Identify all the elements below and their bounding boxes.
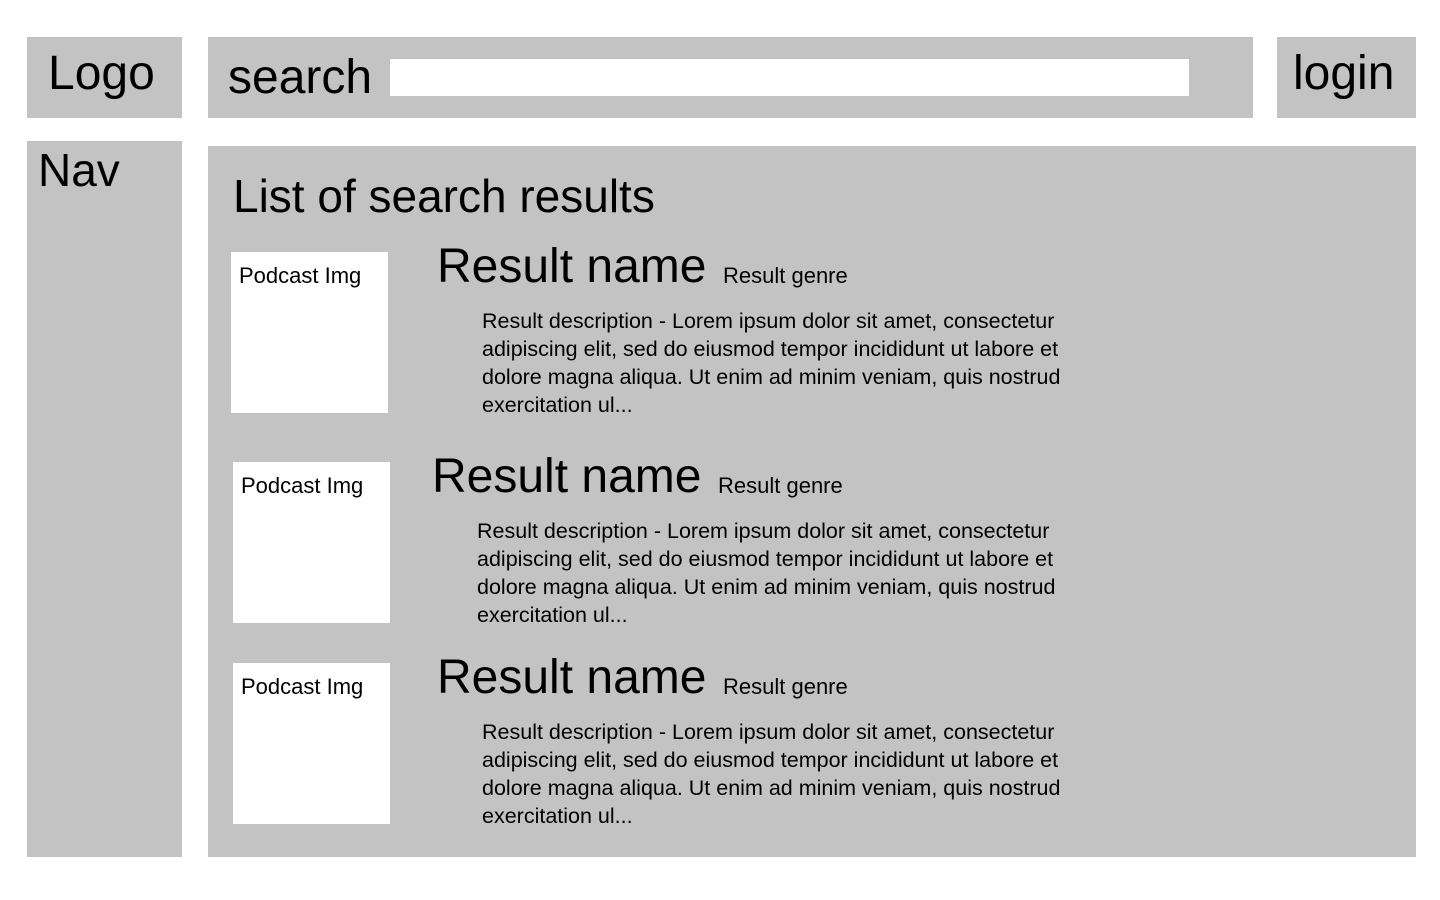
search-input[interactable] bbox=[390, 59, 1189, 96]
podcast-image[interactable]: Podcast Img bbox=[233, 663, 390, 824]
result-name[interactable]: Result name bbox=[432, 452, 701, 502]
podcast-image[interactable]: Podcast Img bbox=[231, 252, 388, 413]
nav-label: Nav bbox=[38, 144, 120, 196]
result-description: Result description - Lorem ipsum dolor s… bbox=[482, 309, 1061, 417]
nav-sidebar: Nav bbox=[27, 141, 182, 857]
podcast-image-label: Podcast Img bbox=[239, 263, 362, 288]
podcast-image-label: Podcast Img bbox=[241, 473, 364, 498]
search-result-item[interactable]: Podcast Img Result name Result genre Res… bbox=[208, 653, 1416, 841]
result-genre: Result genre bbox=[718, 473, 843, 498]
podcast-image-label: Podcast Img bbox=[241, 674, 364, 699]
result-genre: Result genre bbox=[723, 674, 848, 699]
search-bar: search bbox=[208, 37, 1253, 118]
result-genre: Result genre bbox=[723, 263, 848, 288]
result-name[interactable]: Result name bbox=[437, 653, 706, 703]
search-result-item[interactable]: Podcast Img Result name Result genre Res… bbox=[208, 452, 1416, 640]
logo-text: Logo bbox=[48, 47, 155, 100]
search-results-panel: List of search results Podcast Img Resul… bbox=[208, 146, 1416, 857]
podcast-image[interactable]: Podcast Img bbox=[233, 462, 390, 623]
search-result-item[interactable]: Podcast Img Result name Result genre Res… bbox=[208, 242, 1416, 430]
result-description: Result description - Lorem ipsum dolor s… bbox=[477, 519, 1056, 627]
login-label: login bbox=[1293, 47, 1395, 100]
login-button[interactable]: login bbox=[1277, 37, 1416, 118]
result-description: Result description - Lorem ipsum dolor s… bbox=[482, 720, 1061, 828]
search-label: search bbox=[228, 51, 373, 104]
result-name[interactable]: Result name bbox=[437, 242, 706, 292]
logo[interactable]: Logo bbox=[27, 37, 182, 118]
page-title: List of search results bbox=[233, 170, 655, 222]
